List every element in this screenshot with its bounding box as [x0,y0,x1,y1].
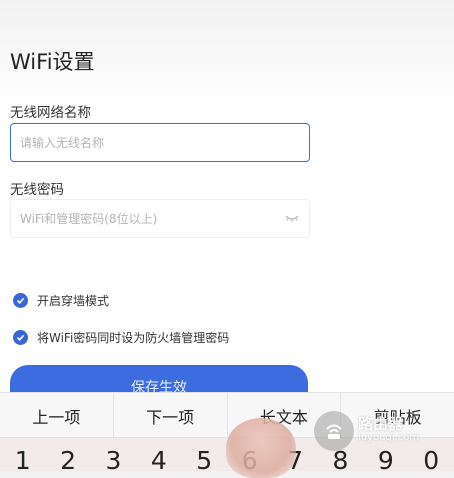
router-logo-icon [314,411,354,451]
page-title: WiFi设置 [10,50,95,74]
firewall-password-label: 将WiFi密码同时设为防火墙管理密码 [37,331,230,345]
key-4[interactable]: 4 [136,446,181,476]
watermark-sub-text: luyouqi.com [358,432,420,443]
ssid-input[interactable]: 请输入无线名称 [10,123,310,162]
wall-mode-label: 开启穿墙模式 [37,294,110,308]
firewall-password-option[interactable]: 将WiFi密码同时设为防火墙管理密码 [13,329,229,346]
key-5[interactable]: 5 [182,446,227,476]
finger-overlay [226,418,296,478]
password-label: 无线密码 [10,182,64,198]
password-input[interactable]: WiFi和管理密码(8位以上) [10,199,310,238]
next-item-button[interactable]: 下一项 [114,393,228,438]
checkbox-checked-icon[interactable] [13,293,28,308]
watermark: 路由器 luyouqi.com [314,409,442,453]
checkbox-checked-icon[interactable] [13,330,28,345]
ssid-placeholder: 请输入无线名称 [20,136,105,150]
key-1[interactable]: 1 [0,446,45,476]
wall-mode-option[interactable]: 开启穿墙模式 [13,292,109,309]
watermark-main-text: 路由器 [358,415,404,433]
key-3[interactable]: 3 [91,446,136,476]
key-2[interactable]: 2 [45,446,90,476]
ssid-label: 无线网络名称 [10,105,91,121]
password-placeholder: WiFi和管理密码(8位以上) [20,212,158,226]
eye-closed-icon[interactable] [285,212,299,224]
previous-item-button[interactable]: 上一项 [0,393,114,438]
